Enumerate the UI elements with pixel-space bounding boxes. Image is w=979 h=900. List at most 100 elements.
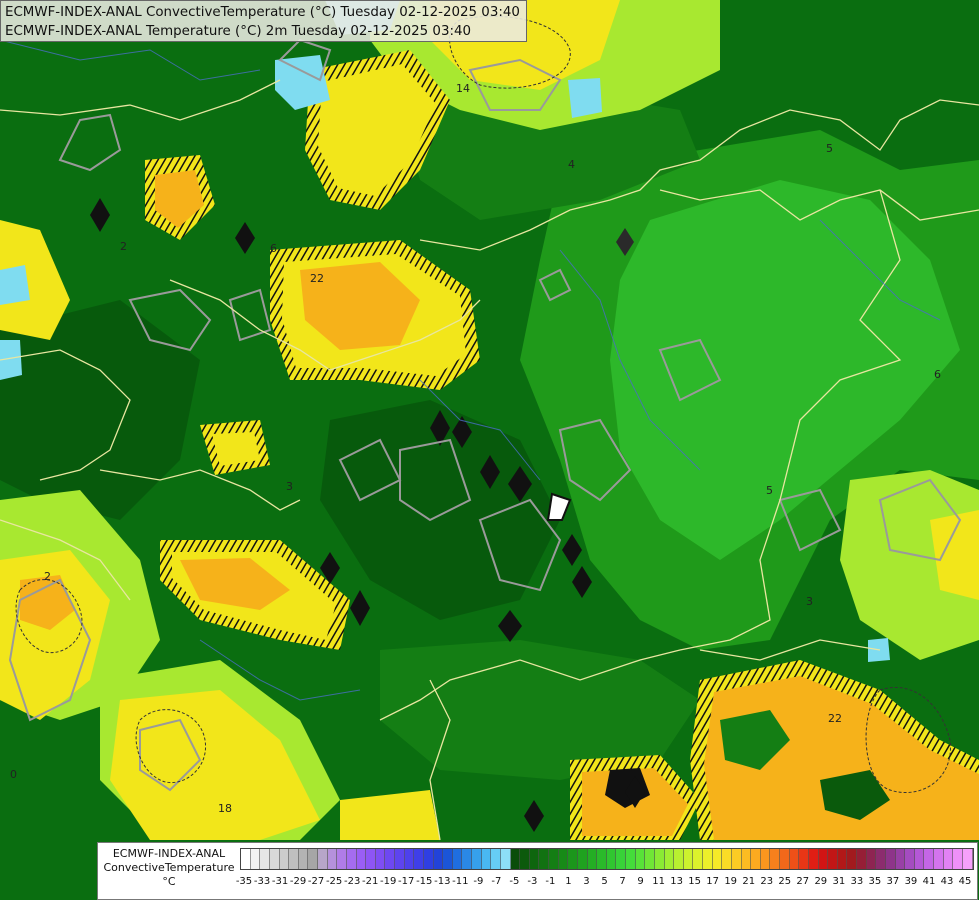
- contour-label-14: 14: [456, 82, 470, 95]
- legend-tick-label: -17: [398, 876, 415, 887]
- legend-swatch: [616, 849, 626, 869]
- legend-swatch: [356, 849, 367, 869]
- legend-swatch: [674, 849, 684, 869]
- legend-tick-label: 25: [778, 876, 792, 887]
- legend-swatch: [568, 849, 578, 869]
- legend-swatch: [414, 849, 424, 869]
- legend-swatch: [472, 849, 482, 869]
- title-line-convective: ECMWF-INDEX-ANAL ConvectiveTemperature (…: [5, 5, 520, 20]
- legend-swatch: [443, 849, 453, 869]
- contour-label-2a: 2: [44, 570, 51, 583]
- legend-title-source: ECMWF-INDEX-ANAL: [112, 847, 226, 860]
- legend-tick-label: -1: [545, 876, 556, 887]
- contour-label-6a: 6: [270, 242, 277, 255]
- legend-swatch: [337, 849, 347, 869]
- cyan-spot-ne: [568, 78, 602, 118]
- legend-swatch: [500, 849, 511, 869]
- legend-tick-label: 39: [904, 876, 918, 887]
- legend-tick-label: -5: [509, 876, 520, 887]
- legend-swatch: [539, 849, 549, 869]
- legend-tick-label: -15: [416, 876, 433, 887]
- legend-swatch: [962, 849, 973, 869]
- contour-label-0: 0: [10, 768, 17, 781]
- legend-title-variable: ConvectiveTemperature: [103, 861, 235, 874]
- color-legend: ECMWF-INDEX-ANAL ConvectiveTemperature °…: [97, 842, 978, 900]
- legend-swatch: [577, 849, 588, 869]
- legend-swatch: [318, 849, 328, 869]
- legend-swatch: [433, 849, 444, 869]
- legend-swatch: [703, 849, 713, 869]
- legend-swatch: [327, 849, 338, 869]
- legend-swatch: [943, 849, 954, 869]
- legend-tick-label: 23: [760, 876, 774, 887]
- legend-tick-labels: -35 -33 -31 -29 -27 -25 -23 -21 -19 -17 -15 -13 -11-…: [236, 876, 976, 890]
- legend-swatch: [895, 849, 906, 869]
- yellow-zone-small-left-inner: [212, 432, 260, 466]
- legend-tick-label: -29: [289, 876, 307, 887]
- legend-tick-label: -21: [362, 876, 379, 887]
- contour-label-2b: 2: [120, 240, 127, 253]
- legend-swatch: [664, 849, 675, 869]
- legend-swatch: [799, 849, 809, 869]
- legend-swatch: [924, 849, 934, 869]
- legend-swatch: [635, 849, 646, 869]
- legend-swatch: [683, 849, 694, 869]
- legend-tick-label: -33: [253, 876, 271, 887]
- legend-tick-label: -11: [452, 876, 469, 887]
- legend-swatch: [597, 849, 607, 869]
- legend-swatch: [645, 849, 655, 869]
- legend-swatch: [885, 849, 896, 869]
- legend-swatch: [751, 849, 761, 869]
- legend-swatch: [395, 849, 405, 869]
- legend-swatch: [606, 849, 617, 869]
- legend-swatch: [260, 849, 270, 869]
- legend-swatch: [549, 849, 559, 869]
- legend-swatch: [385, 849, 395, 869]
- map-title-box: ECMWF-INDEX-ANAL ConvectiveTemperature (…: [0, 0, 527, 42]
- contour-label-3b: 3: [806, 595, 813, 608]
- legend-tick-label: 11: [652, 876, 665, 887]
- legend-swatch: [905, 849, 915, 869]
- legend-tick-label: 19: [724, 876, 738, 887]
- legend-swatch: [423, 849, 434, 869]
- legend-swatch: [876, 849, 886, 869]
- legend-tick-label: -31: [271, 876, 289, 887]
- legend-tick-label: 9: [637, 876, 644, 887]
- legend-tick-label: -27: [307, 876, 325, 887]
- legend-swatch: [654, 849, 665, 869]
- contour-label-5a: 5: [826, 142, 833, 155]
- temperature-map[interactable]: 14 4 5 6 22 5 6 3 2 2 0 18 22 3: [0, 0, 979, 900]
- legend-tick-label: 31: [832, 876, 846, 887]
- legend-swatch: [760, 849, 771, 869]
- legend-swatch: [462, 849, 472, 869]
- legend-swatch: [837, 849, 848, 869]
- legend-tick-label: 41: [922, 876, 936, 887]
- legend-swatch: [712, 849, 723, 869]
- legend-swatch: [818, 849, 829, 869]
- legend-swatch: [808, 849, 819, 869]
- legend-swatch: [741, 849, 752, 869]
- legend-swatch: [934, 849, 944, 869]
- legend-swatch: [241, 849, 251, 869]
- legend-swatch: [366, 849, 376, 869]
- legend-swatch: [298, 849, 309, 869]
- cyan-spot-west-1: [0, 265, 30, 305]
- legend-swatch: [558, 849, 569, 869]
- legend-tick-label: 13: [670, 876, 683, 887]
- legend-swatch: [452, 849, 463, 869]
- legend-swatch: [780, 849, 790, 869]
- legend-swatch: [279, 849, 290, 869]
- contour-label-6b: 6: [934, 368, 941, 381]
- legend-swatch: [914, 849, 925, 869]
- contour-label-22a: 22: [310, 272, 324, 285]
- legend-swatch: [866, 849, 877, 869]
- legend-swatch: [404, 849, 415, 869]
- legend-tick-label: 33: [850, 876, 864, 887]
- legend-tick-label: -7: [491, 876, 502, 887]
- legend-tick-label: 45: [958, 876, 972, 887]
- legend-swatch: [693, 849, 703, 869]
- legend-swatch: [510, 849, 521, 869]
- contour-label-22b: 22: [828, 712, 842, 725]
- contour-label-5b: 5: [766, 484, 773, 497]
- legend-swatch: [346, 849, 357, 869]
